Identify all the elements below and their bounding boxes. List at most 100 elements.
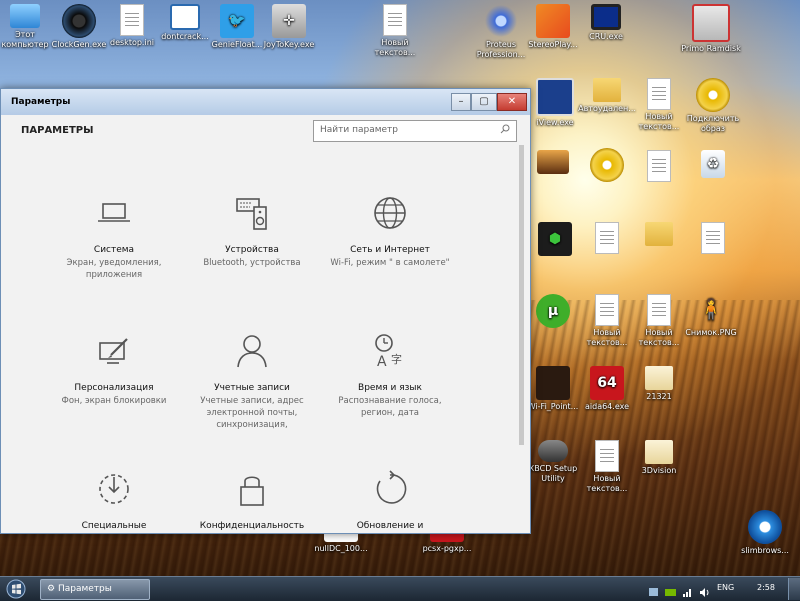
tile-system[interactable]: Система Экран, уведомления, приложения [49,193,179,281]
document-icon [701,222,725,254]
flag-icon[interactable] [648,583,659,596]
maximize-button[interactable]: ▢ [471,93,497,111]
tile-network-name: Сеть и Интернет [350,245,430,255]
paint-brush-icon [99,338,128,364]
tile-system-name: Система [93,245,135,255]
wifi-icon [536,366,570,400]
tile-devices-desc: Bluetooth, устройства [203,258,301,268]
tile-accounts-name: Учетные записи [214,383,290,393]
folder-icon [645,440,673,464]
start-button[interactable] [2,579,32,599]
tile-update-name: Обновление и [356,521,424,531]
ramdisk-icon [692,4,730,42]
folder-icon [645,222,673,246]
document-icon [647,294,671,326]
image-icon: 🧍 [698,297,724,321]
nvidia-icon[interactable] [665,583,676,596]
tile-personalization[interactable]: Персонализация Фон, экран блокировки [49,331,179,407]
folder-icon [645,366,673,390]
desktop-icon-cru[interactable]: CRU.exe [573,4,639,42]
close-button[interactable]: ✕ [497,93,527,111]
gear-file-icon [120,4,144,36]
tile-personalization-name: Персонализация [74,383,154,393]
folder-icon [593,78,621,102]
tile-time-language-desc: Распознавание голоса, регион, дата [338,396,442,418]
keyboard-speaker-icon [236,198,267,230]
laptop-icon [98,203,130,222]
iview-icon [536,78,574,116]
search-box[interactable] [313,120,517,142]
disc-icon [696,78,730,112]
scrollbar[interactable] [519,145,524,445]
utorrent-icon: µ [536,294,570,328]
disc-icon [590,148,624,182]
desktop-icon-primo-ramdisk[interactable]: Primo Ramdisk [678,4,744,54]
window-title: Параметры [11,97,71,107]
network-icon[interactable] [682,583,693,597]
desktop-icon-21321[interactable]: 21321 [626,366,692,402]
svg-text:A: A [377,354,387,370]
language-indicator[interactable]: ENG [717,583,734,592]
tile-system-desc: Экран, уведомления, приложения [66,258,162,280]
desktop-icon-joytokey[interactable]: ✛ JoyToKey.exe [256,4,322,50]
desktop-icon-screenshot[interactable]: 🧍 Снимок.PNG [678,292,744,338]
aida64-icon: 64 [590,366,624,400]
gamepad-icon [538,440,568,462]
tile-accounts[interactable]: Учетные записи Учетные записи, адрес эле… [187,331,317,431]
joystick-icon: ✛ [272,4,306,38]
hexagon-app-icon: ⬢ [538,222,572,256]
lock-icon [240,476,264,506]
tile-network[interactable]: Сеть и Интернет Wi-Fi, режим " в самолет… [325,193,455,269]
gauge-icon [62,4,96,38]
document-icon [595,440,619,472]
document-icon [595,222,619,254]
tile-accessibility[interactable]: Специальные [49,469,179,531]
cubes-icon [536,4,570,38]
accessibility-icon [99,474,129,504]
recycle-bin-icon: ♻ [701,150,725,178]
tile-accessibility-name: Специальные [81,521,147,531]
desktop-icon-3dvision[interactable]: 3Dvision [626,440,692,476]
tile-devices[interactable]: Устройства Bluetooth, устройства [187,193,317,269]
desktop-icon-slimbrowser[interactable]: slimbrows... [732,510,798,556]
browser-icon [748,510,782,544]
taskbar: ⚙ Параметры ENG 2:58 [0,576,800,601]
minimize-button[interactable]: – [451,93,471,111]
page-title: ПАРАМЕТРЫ [21,125,94,136]
settings-window: Параметры – ▢ ✕ ПАРАМЕТРЫ Система Экран,… [0,88,531,534]
tile-time-language-name: Время и язык [358,383,422,393]
tile-network-desc: Wi-Fi, режим " в самолете" [330,258,450,268]
search-input[interactable] [314,121,500,139]
globe-icon [374,197,406,229]
document-icon [647,78,671,110]
desktop-icon-mount-image[interactable]: Подключить образ [680,78,746,134]
document-icon [383,4,407,36]
tile-devices-name: Устройства [225,245,279,255]
computer-icon [10,4,40,28]
show-desktop-button[interactable] [788,578,800,600]
gear-icon: ⚙ [47,584,56,594]
proteus-icon [484,4,518,38]
update-icon [376,470,407,504]
image-icon [537,150,569,174]
svg-text:字: 字 [391,352,402,366]
window-titlebar[interactable]: Параметры – ▢ ✕ [1,89,530,115]
tile-accounts-desc: Учетные записи, адрес электронной почты,… [200,396,304,430]
desktop-icon-new-text-1[interactable]: Новый текстов... [362,4,428,58]
document-icon [647,150,671,182]
search-icon [500,124,510,134]
tile-update[interactable]: Обновление и [325,469,455,531]
document-icon [595,294,619,326]
window-icon [170,4,200,30]
volume-icon[interactable] [699,583,710,597]
tile-privacy[interactable]: Конфиденциальность [187,469,317,531]
tile-time-language[interactable]: A 字 Время и язык Распознавание голоса, р… [325,331,455,419]
tile-privacy-name: Конфиденциальность [199,521,305,531]
person-icon [237,335,267,368]
tile-personalization-desc: Фон, экран блокировки [61,396,167,406]
time-language-icon: A 字 [375,334,402,370]
desktop-icon-doc-5[interactable] [680,222,746,256]
clock[interactable]: 2:58 [757,583,775,592]
desktop-icon-recycle-bin[interactable]: ♻ [680,150,746,180]
taskbar-item-settings[interactable]: ⚙ Параметры [40,579,150,600]
